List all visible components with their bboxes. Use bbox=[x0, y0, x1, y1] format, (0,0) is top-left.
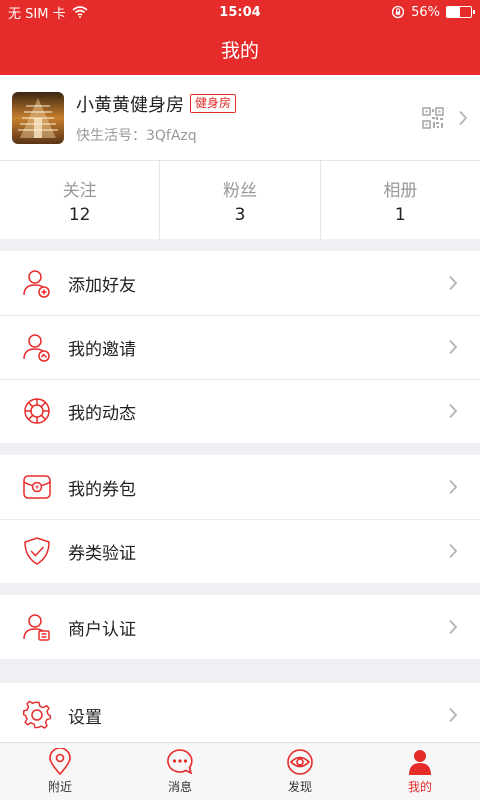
profile-card[interactable]: 小黄黄健身房 健身房 快生活号：3QfAzq bbox=[0, 75, 480, 161]
rotation-lock-icon bbox=[391, 5, 405, 19]
menu-group-merchant: 商户认证 bbox=[0, 595, 480, 659]
stat-label: 关注 bbox=[62, 180, 97, 201]
avatar[interactable] bbox=[12, 91, 64, 144]
chevron-right-icon bbox=[449, 403, 458, 419]
menu-group-coupons: ¥ 我的券包 券类验证 bbox=[0, 455, 480, 583]
tab-messages[interactable]: 消息 bbox=[120, 743, 240, 800]
profile-name: 小黄黄健身房 bbox=[76, 94, 184, 116]
merchant-verify-icon bbox=[23, 614, 50, 641]
battery-percent: 56% bbox=[411, 4, 440, 20]
stat-label: 相册 bbox=[383, 180, 418, 201]
chevron-right-icon bbox=[449, 339, 458, 355]
tab-label: 我的 bbox=[407, 780, 432, 794]
menu-item-coupons[interactable]: ¥ 我的券包 bbox=[0, 455, 480, 519]
profile-category-badge: 健身房 bbox=[190, 94, 237, 113]
menu-item-merchant[interactable]: 商户认证 bbox=[0, 595, 480, 659]
nav-bar: 我的 bbox=[0, 24, 480, 75]
menu-item-label: 设置 bbox=[68, 707, 102, 728]
carrier-text: 无 SIM 卡 bbox=[8, 6, 66, 22]
invite-icon bbox=[23, 334, 50, 362]
menu-item-label: 添加好友 bbox=[68, 275, 136, 296]
menu-item-add-friend[interactable]: 添加好友 bbox=[0, 251, 480, 315]
menu-item-verify[interactable]: 券类验证 bbox=[0, 519, 480, 583]
menu-group-settings: 设置 bbox=[0, 683, 480, 747]
page-title: 我的 bbox=[220, 40, 259, 62]
chevron-right-icon bbox=[449, 619, 458, 635]
stat-value: 3 bbox=[234, 204, 246, 225]
stats-bar: 关注 12 粉丝 3 相册 1 bbox=[0, 161, 480, 239]
stat-value: 12 bbox=[68, 204, 91, 225]
add-friend-icon bbox=[23, 270, 50, 298]
eye-icon bbox=[287, 749, 313, 775]
qr-code-icon[interactable] bbox=[422, 106, 444, 129]
menu-item-label: 券类验证 bbox=[68, 543, 136, 564]
svg-text:¥: ¥ bbox=[35, 485, 39, 492]
chevron-right-icon bbox=[449, 479, 458, 495]
person-icon bbox=[409, 750, 431, 775]
menu-item-settings[interactable]: 设置 bbox=[0, 683, 480, 747]
tab-label: 消息 bbox=[167, 780, 192, 794]
tab-label: 附近 bbox=[47, 780, 72, 794]
wifi-icon bbox=[72, 6, 88, 18]
menu-item-label: 我的动态 bbox=[68, 403, 136, 424]
shield-check-icon bbox=[24, 537, 50, 565]
stat-following[interactable]: 关注 12 bbox=[0, 161, 161, 239]
profile-id: 快生活号：3QfAzq bbox=[76, 127, 197, 144]
stat-album[interactable]: 相册 1 bbox=[321, 161, 480, 239]
chevron-right-icon bbox=[459, 110, 468, 125]
coupon-wallet-icon: ¥ bbox=[23, 475, 51, 499]
chevron-right-icon bbox=[449, 275, 458, 291]
battery-icon bbox=[446, 6, 475, 18]
tab-discover[interactable]: 发现 bbox=[240, 743, 360, 800]
stat-label: 粉丝 bbox=[222, 180, 257, 201]
menu-item-label: 我的邀请 bbox=[68, 339, 136, 360]
menu-item-moments[interactable]: 我的动态 bbox=[0, 379, 480, 443]
menu-group-social: 添加好友 我的邀请 我的动态 bbox=[0, 251, 480, 443]
chevron-right-icon bbox=[449, 707, 458, 723]
status-bar: 无 SIM 卡 15:04 56% bbox=[0, 0, 480, 24]
chevron-right-icon bbox=[449, 543, 458, 559]
tab-label: 发现 bbox=[287, 780, 312, 794]
gear-icon bbox=[22, 700, 52, 729]
menu-item-label: 商户认证 bbox=[68, 619, 136, 640]
tab-me[interactable]: 我的 bbox=[360, 743, 480, 800]
tab-bar: 附近 消息 发现 我的 bbox=[0, 742, 480, 800]
location-pin-icon bbox=[49, 748, 71, 776]
moments-icon bbox=[24, 398, 50, 424]
menu-item-invite[interactable]: 我的邀请 bbox=[0, 315, 480, 379]
tab-nearby[interactable]: 附近 bbox=[0, 743, 120, 800]
stat-followers[interactable]: 粉丝 3 bbox=[160, 161, 321, 239]
message-bubble-icon bbox=[167, 749, 193, 775]
stat-value: 1 bbox=[394, 204, 406, 225]
menu-item-label: 我的券包 bbox=[68, 479, 136, 500]
